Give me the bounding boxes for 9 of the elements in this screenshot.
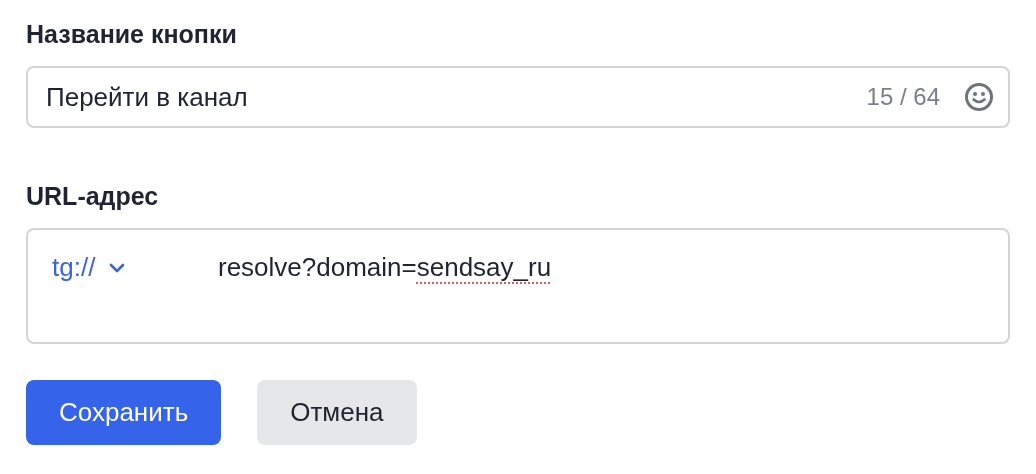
- url-field[interactable]: resolve?domain=sendsay_ru: [218, 252, 552, 283]
- field-label: URL-адрес: [26, 181, 160, 212]
- character-counter: 15 / 64: [866, 83, 940, 111]
- input-field[interactable]: Перейти в канал 15 / 64: [26, 66, 1010, 128]
- field-label: Название кнопки: [26, 19, 238, 50]
- scheme-dropdown[interactable]: tg://: [52, 252, 218, 283]
- save-button[interactable]: Сохранить: [26, 380, 222, 445]
- emoji-icon[interactable]: [964, 82, 994, 112]
- cancel-button[interactable]: Отмена: [257, 380, 417, 445]
